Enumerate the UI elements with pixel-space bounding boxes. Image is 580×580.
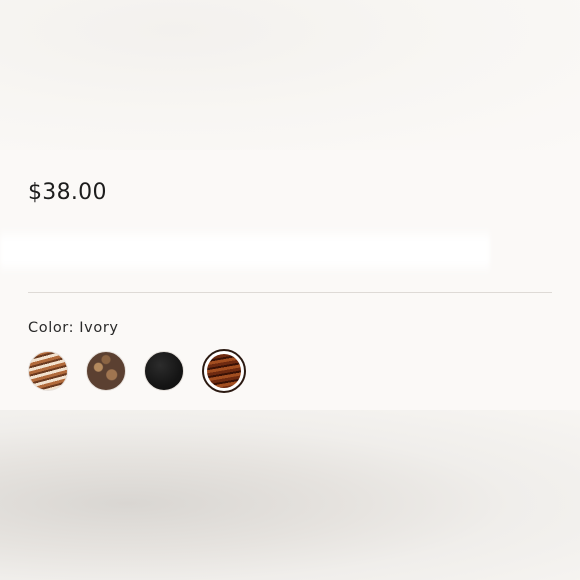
- blurred-info-overlay: [0, 226, 490, 276]
- section-divider: [28, 292, 552, 293]
- color-swatch-1[interactable]: [28, 351, 68, 391]
- product-image-fade: [0, 0, 580, 150]
- color-swatch-4-selected[interactable]: [202, 349, 246, 393]
- product-page: $38.00 Color: Ivory: [0, 0, 580, 580]
- blurred-product-image: [0, 410, 580, 580]
- color-swatch-4-fill: [207, 354, 241, 388]
- color-label: Color: Ivory: [28, 320, 119, 336]
- color-swatch-2[interactable]: [86, 351, 126, 391]
- color-swatch-group: [28, 349, 246, 393]
- product-price: $38.00: [28, 180, 107, 205]
- color-swatch-3[interactable]: [144, 351, 184, 391]
